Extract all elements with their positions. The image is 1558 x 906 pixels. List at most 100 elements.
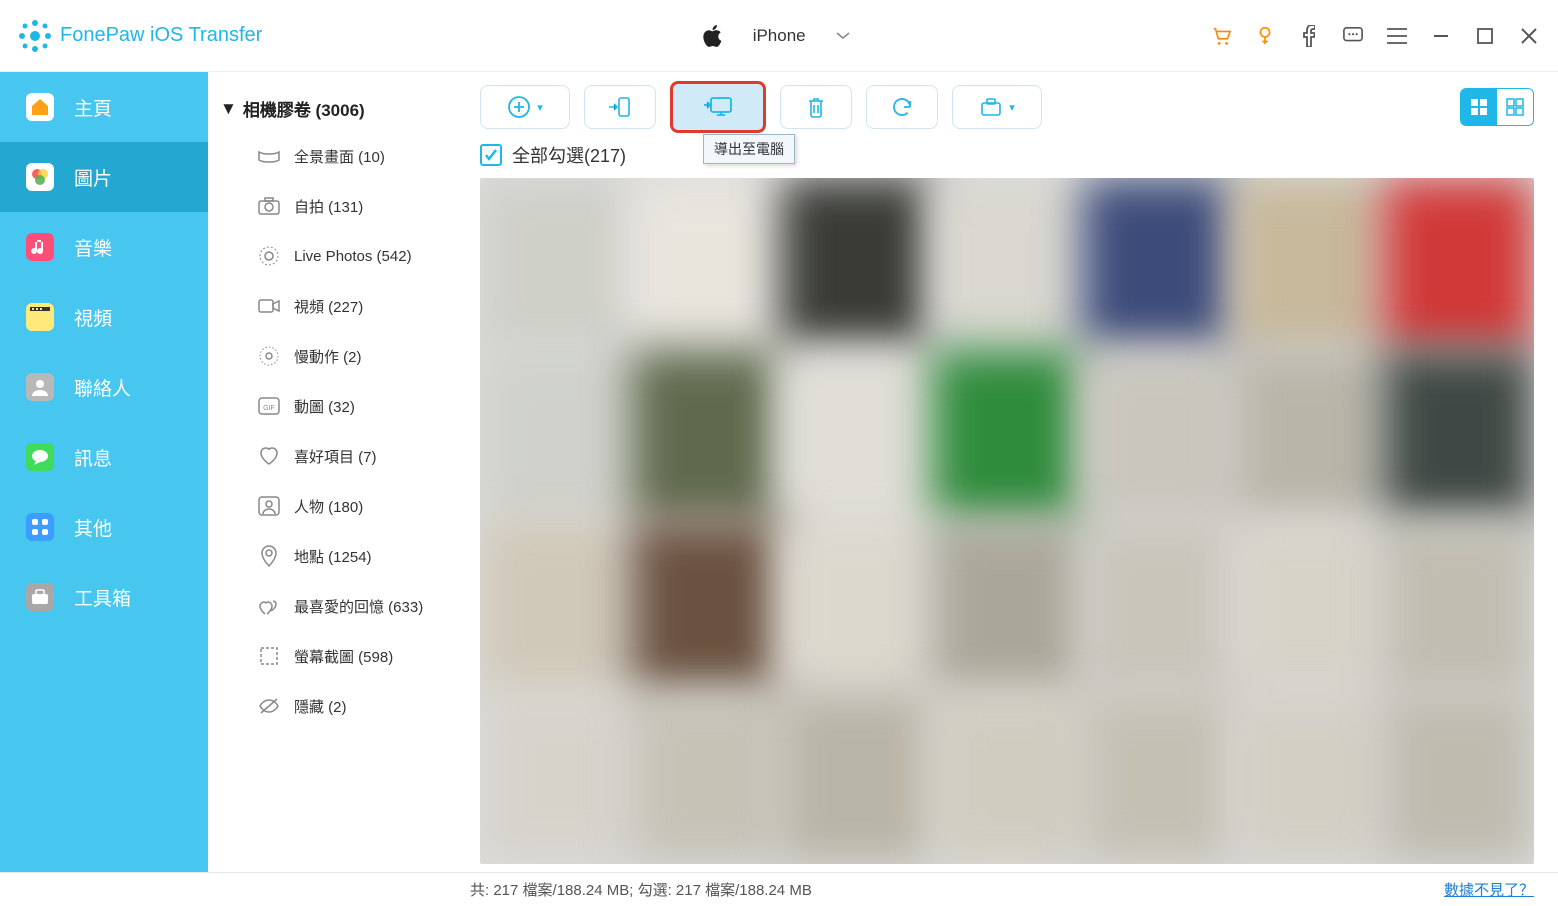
- cart-icon[interactable]: [1210, 25, 1232, 47]
- album-label: 人物 (180): [294, 496, 363, 517]
- album-label: 最喜愛的回憶 (633): [294, 596, 423, 617]
- titlebar: FonePaw iOS Transfer iPhone: [0, 0, 1558, 72]
- album-gif[interactable]: GIF 動圖 (32): [216, 381, 448, 431]
- album-label: 全景畫面 (10): [294, 146, 385, 167]
- livephoto-icon: [258, 245, 280, 267]
- album-label: 動圖 (32): [294, 396, 355, 417]
- svg-text:GIF: GIF: [263, 405, 275, 412]
- export-to-device-button[interactable]: [584, 85, 656, 129]
- album-livephotos[interactable]: Live Photos (542): [216, 231, 448, 281]
- album-header[interactable]: ▼ 相機膠卷 (3006): [216, 92, 448, 131]
- camera-icon: [258, 195, 280, 217]
- music-icon: [26, 233, 54, 261]
- album-people[interactable]: 人物 (180): [216, 481, 448, 531]
- primary-sidebar: 主頁 圖片 音樂 視頻 聯絡人 訊息 其他 工具箱: [0, 72, 208, 872]
- home-icon: [26, 93, 54, 121]
- apple-icon: [703, 24, 723, 48]
- status-text: 共: 217 檔案/188.24 MB; 勾選: 217 檔案/188.24 M…: [470, 879, 812, 900]
- chevron-down-icon: ▾: [1009, 101, 1015, 114]
- device-name: iPhone: [753, 26, 806, 46]
- memories-icon: [258, 595, 280, 617]
- nav-messages[interactable]: 訊息: [0, 422, 208, 492]
- album-hidden[interactable]: 隱藏 (2): [216, 681, 448, 731]
- album-header-label: 相機膠卷 (3006): [243, 96, 365, 121]
- album-label: 自拍 (131): [294, 196, 363, 217]
- nav-label: 工具箱: [74, 584, 131, 611]
- album-sidebar: ▼ 相機膠卷 (3006) 全景畫面 (10) 自拍 (131) Live Ph…: [208, 72, 456, 872]
- nav-toolbox[interactable]: 工具箱: [0, 562, 208, 632]
- contacts-icon: [26, 373, 54, 401]
- album-label: Live Photos (542): [294, 248, 412, 265]
- delete-button[interactable]: [780, 85, 852, 129]
- statusbar: 共: 217 檔案/188.24 MB; 勾選: 217 檔案/188.24 M…: [0, 872, 1558, 906]
- close-icon[interactable]: [1518, 25, 1540, 47]
- minimize-icon[interactable]: [1430, 25, 1452, 47]
- chevron-down-icon: ▾: [537, 101, 543, 114]
- app-logo-icon: [18, 19, 52, 53]
- album-label: 視頻 (227): [294, 296, 363, 317]
- album-places[interactable]: 地點 (1254): [216, 531, 448, 581]
- album-label: 隱藏 (2): [294, 696, 347, 717]
- photo-grid[interactable]: [480, 178, 1534, 864]
- nav-label: 訊息: [74, 444, 112, 471]
- facebook-icon[interactable]: [1298, 25, 1320, 47]
- refresh-button[interactable]: [866, 85, 938, 129]
- other-icon: [26, 513, 54, 541]
- nav-label: 圖片: [74, 164, 112, 191]
- slomo-icon: [258, 345, 280, 367]
- album-screenshots[interactable]: 螢幕截圖 (598): [216, 631, 448, 681]
- album-label: 慢動作 (2): [294, 346, 362, 367]
- nav-other[interactable]: 其他: [0, 492, 208, 562]
- hidden-icon: [258, 695, 280, 717]
- people-icon: [258, 495, 280, 517]
- album-slomo[interactable]: 慢動作 (2): [216, 331, 448, 381]
- heart-icon: [258, 445, 280, 467]
- nav-photos[interactable]: 圖片: [0, 142, 208, 212]
- album-label: 地點 (1254): [294, 546, 372, 567]
- album-memories[interactable]: 最喜愛的回憶 (633): [216, 581, 448, 631]
- select-all-row: 全部勾選(217): [456, 128, 1558, 178]
- nav-contacts[interactable]: 聯絡人: [0, 352, 208, 422]
- view-toggle: [1460, 88, 1534, 126]
- nav-label: 聯絡人: [74, 374, 131, 401]
- album-label: 螢幕截圖 (598): [294, 646, 393, 667]
- list-view-button[interactable]: [1497, 89, 1533, 125]
- panorama-icon: [258, 145, 280, 167]
- collapse-arrow-icon: ▼: [220, 99, 237, 119]
- logo-area: FonePaw iOS Transfer: [18, 19, 262, 53]
- select-all-checkbox[interactable]: [480, 144, 502, 166]
- status-help-link[interactable]: 數據不見了？: [1444, 879, 1534, 900]
- video-icon: [26, 303, 54, 331]
- maximize-icon[interactable]: [1474, 25, 1496, 47]
- grid-view-button[interactable]: [1461, 89, 1497, 125]
- device-selector[interactable]: iPhone: [703, 24, 850, 48]
- location-icon: [258, 545, 280, 567]
- gif-icon: GIF: [258, 395, 280, 417]
- toolbox-icon: [26, 583, 54, 611]
- more-tools-button[interactable]: ▾: [952, 85, 1042, 129]
- feedback-icon[interactable]: [1342, 25, 1364, 47]
- photos-icon: [26, 163, 54, 191]
- messages-icon: [26, 443, 54, 471]
- toolbar: ▾ 導出至電腦 ▾: [456, 72, 1558, 128]
- chevron-down-icon: [836, 32, 850, 40]
- album-panorama[interactable]: 全景畫面 (10): [216, 131, 448, 181]
- nav-videos[interactable]: 視頻: [0, 282, 208, 352]
- select-all-label: 全部勾選(217): [512, 142, 626, 168]
- album-selfie[interactable]: 自拍 (131): [216, 181, 448, 231]
- content-area: ▾ 導出至電腦 ▾: [456, 72, 1558, 872]
- album-videos[interactable]: 視頻 (227): [216, 281, 448, 331]
- nav-label: 其他: [74, 514, 112, 541]
- menu-icon[interactable]: [1386, 25, 1408, 47]
- album-label: 喜好項目 (7): [294, 446, 377, 467]
- album-favorites[interactable]: 喜好項目 (7): [216, 431, 448, 481]
- nav-home[interactable]: 主頁: [0, 72, 208, 142]
- key-icon[interactable]: [1254, 25, 1276, 47]
- screenshot-icon: [258, 645, 280, 667]
- export-to-pc-button[interactable]: 導出至電腦: [670, 81, 766, 133]
- titlebar-actions: [1210, 25, 1540, 47]
- nav-label: 主頁: [74, 94, 112, 121]
- nav-music[interactable]: 音樂: [0, 212, 208, 282]
- export-tooltip: 導出至電腦: [703, 134, 795, 164]
- add-button[interactable]: ▾: [480, 85, 570, 129]
